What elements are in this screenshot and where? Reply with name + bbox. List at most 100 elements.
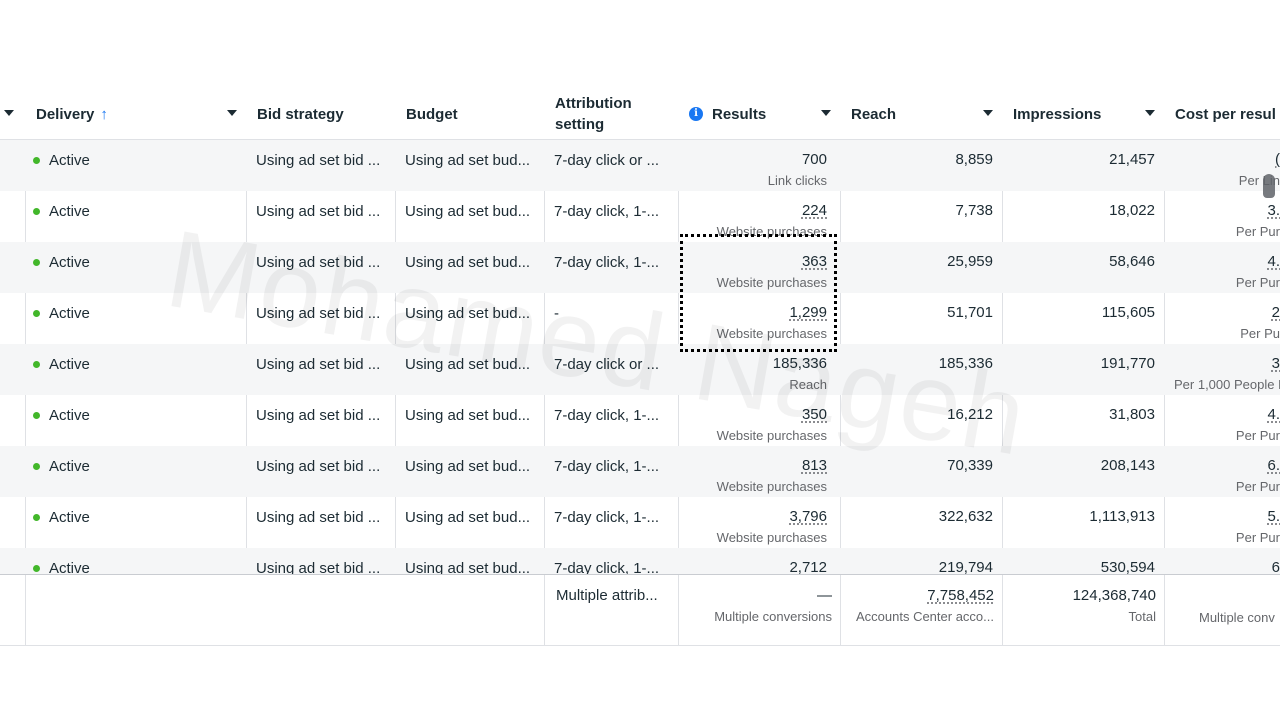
header-reach[interactable]: Reach <box>841 88 1003 140</box>
cost-value[interactable]: ( <box>1174 151 1280 168</box>
cost-value[interactable]: 4. <box>1174 253 1280 270</box>
reach-cell: 25,959 <box>947 253 993 270</box>
attribution-cell[interactable]: - <box>545 293 679 344</box>
impressions-cell: 1,113,913 <box>1089 508 1155 525</box>
budget-cell[interactable]: Using ad set bud... <box>396 497 545 548</box>
results-label: Website purchases <box>716 326 827 341</box>
cost-value[interactable]: 2 <box>1174 304 1280 321</box>
results-value[interactable]: 224 <box>688 202 827 219</box>
bid-cell[interactable]: Using ad set bid ... <box>247 446 396 497</box>
header-bid-strategy[interactable]: Bid strategy <box>247 88 396 140</box>
budget-cell[interactable]: Using ad set bud... <box>396 293 545 344</box>
header-budget[interactable]: Budget <box>396 88 545 140</box>
table-row[interactable]: Active Using ad set bid ... Using ad set b… <box>0 191 1280 242</box>
results-cell: 350 Website purchases <box>679 395 841 446</box>
budget-cell[interactable]: Using ad set bud... <box>396 344 545 395</box>
table-row[interactable]: Active Using ad set bid ... Using ad set b… <box>0 140 1280 191</box>
attribution-cell[interactable]: 7-day click, 1-... <box>545 395 679 446</box>
totals-impressions: 124,368,740 Total <box>1003 575 1165 646</box>
cost-value[interactable]: 3. <box>1174 202 1280 219</box>
bid-cell[interactable]: Using ad set bid ... <box>247 344 396 395</box>
header-prev-column[interactable] <box>0 88 26 140</box>
results-value[interactable]: 3,796 <box>688 508 827 525</box>
cost-value[interactable]: 5. <box>1174 508 1280 525</box>
header-impressions-label: Impressions <box>1013 105 1102 123</box>
caret-down-icon[interactable] <box>227 110 237 116</box>
caret-down-icon[interactable] <box>4 110 14 116</box>
header-attribution-setting[interactable]: Attribution setting <box>545 88 679 140</box>
header-reach-label: Reach <box>851 105 897 123</box>
cost-value[interactable]: 4. <box>1174 406 1280 423</box>
header-results[interactable]: i Results <box>679 88 841 140</box>
cost-value[interactable]: 3 <box>1174 355 1280 372</box>
results-value[interactable]: 813 <box>688 457 827 474</box>
results-cell: 185,336 Reach <box>679 344 841 395</box>
info-icon[interactable]: i <box>689 107 703 121</box>
bid-cell[interactable]: Using ad set bid ... <box>247 242 396 293</box>
budget-cell[interactable]: Using ad set bud... <box>396 242 545 293</box>
header-impressions[interactable]: Impressions <box>1003 88 1165 140</box>
totals-reach-value[interactable]: 7,758,452 <box>841 587 994 604</box>
totals-impressions-label: Total <box>1128 609 1156 624</box>
bid-cell[interactable]: Using ad set bid ... <box>247 140 396 191</box>
caret-down-icon[interactable] <box>1145 110 1155 116</box>
reach-cell: 322,632 <box>938 508 993 525</box>
impressions-cell: 191,770 <box>1100 355 1155 372</box>
totals-cost-label: Multiple conv <box>1199 610 1275 625</box>
results-cell: 700 Link clicks <box>679 140 841 191</box>
attribution-cell[interactable]: 7-day click or ... <box>545 344 679 395</box>
attribution-cell[interactable]: 7-day click or ... <box>545 140 679 191</box>
sort-ascending-icon[interactable]: ↑ <box>100 106 108 123</box>
results-value[interactable]: 350 <box>688 406 827 423</box>
totals-results-value: — <box>817 587 832 604</box>
status-dot-icon <box>33 564 40 572</box>
row-leading-cell <box>0 344 26 395</box>
caret-down-icon[interactable] <box>821 110 831 116</box>
results-label: Website purchases <box>716 479 827 494</box>
results-cell: 3,796 Website purchases <box>679 497 841 548</box>
header-results-label: Results <box>712 105 767 123</box>
reach-cell: 70,339 <box>947 457 993 474</box>
bid-cell[interactable]: Using ad set bid ... <box>247 497 396 548</box>
attribution-cell[interactable]: 7-day click, 1-... <box>545 191 679 242</box>
delivery-cell: Active <box>26 242 247 293</box>
cost-value[interactable]: 6. <box>1174 457 1280 474</box>
results-value[interactable]: 1,299 <box>688 304 827 321</box>
totals-row: Multiple attrib... — Multiple conversion… <box>0 574 1280 646</box>
table-row[interactable]: Active Using ad set bid ... Using ad set b… <box>0 395 1280 446</box>
cost-per-result-cell: 4. Per Pur <box>1165 242 1280 293</box>
table-row[interactable]: Active Using ad set bid ... Using ad set b… <box>0 242 1280 293</box>
attribution-cell[interactable]: 7-day click, 1-... <box>545 497 679 548</box>
table-row[interactable]: Active Using ad set bid ... Using ad set b… <box>0 293 1280 344</box>
table-row[interactable]: Active Using ad set bid ... Using ad set b… <box>0 497 1280 548</box>
budget-cell[interactable]: Using ad set bud... <box>396 395 545 446</box>
delivery-cell: Active <box>26 395 247 446</box>
totals-cost: Multiple conv <box>1165 575 1280 646</box>
cost-per-result-cell: 2 Per Pu <box>1165 293 1280 344</box>
table-row[interactable]: Active Using ad set bid ... Using ad set b… <box>0 344 1280 395</box>
results-value[interactable]: 700 <box>688 151 827 168</box>
attribution-cell[interactable]: 7-day click, 1-... <box>545 446 679 497</box>
results-label: Reach <box>789 377 827 392</box>
table-row[interactable]: Active Using ad set bid ... Using ad set b… <box>0 446 1280 497</box>
results-value[interactable]: 363 <box>688 253 827 270</box>
header-delivery[interactable]: Delivery ↑ <box>26 88 247 140</box>
totals-results-label: Multiple conversions <box>714 609 832 624</box>
cost-label: Per Pur <box>1235 275 1280 290</box>
attribution-cell[interactable]: 7-day click, 1-... <box>545 242 679 293</box>
bid-cell[interactable]: Using ad set bid ... <box>247 191 396 242</box>
results-cell: 813 Website purchases <box>679 446 841 497</box>
results-value[interactable]: 185,336 <box>688 355 827 372</box>
results-label: Website purchases <box>716 530 827 545</box>
caret-down-icon[interactable] <box>983 110 993 116</box>
header-cost-per-result[interactable]: Cost per resul <box>1165 88 1280 140</box>
bid-cell[interactable]: Using ad set bid ... <box>247 395 396 446</box>
cost-per-result-cell: 3. Per Pur <box>1165 191 1280 242</box>
results-label: Website purchases <box>716 428 827 443</box>
bid-cell[interactable]: Using ad set bid ... <box>247 293 396 344</box>
header-attribution-label: Attribution setting <box>555 95 632 133</box>
budget-cell[interactable]: Using ad set bud... <box>396 140 545 191</box>
budget-cell[interactable]: Using ad set bud... <box>396 446 545 497</box>
budget-cell[interactable]: Using ad set bud... <box>396 191 545 242</box>
delivery-cell: Active <box>26 191 247 242</box>
